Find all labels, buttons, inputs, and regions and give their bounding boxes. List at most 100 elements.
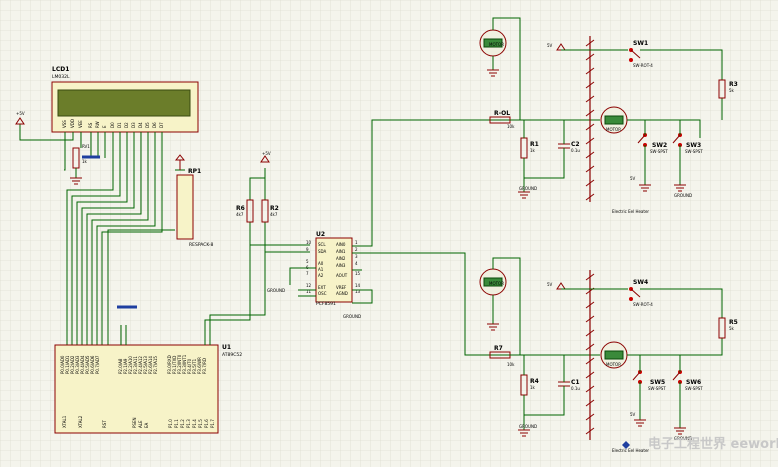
svg-text:SW4: SW4 (633, 279, 648, 286)
lcd-pin-label: D2 (124, 122, 129, 128)
svg-text:P1.2: P1.2 (180, 419, 185, 428)
svg-text:P1.1: P1.1 (174, 419, 179, 428)
bottom-heater-motor[interactable]: MOTOR (600, 341, 628, 369)
svg-text:EXT: EXT (318, 285, 326, 290)
bottom-motor[interactable]: MOTOR (479, 268, 507, 296)
svg-text:5V: 5V (630, 412, 636, 417)
lcd-ref: LCD1 (52, 66, 69, 73)
svg-text:SW3: SW3 (686, 142, 701, 149)
svg-text:AIN2: AIN2 (336, 256, 346, 261)
svg-text:+5V: +5V (262, 151, 271, 156)
svg-text:4k7: 4k7 (236, 212, 244, 217)
lcd-pin-label: D7 (159, 122, 164, 128)
svg-text:P2.7/A15: P2.7/A15 (153, 356, 158, 374)
svg-text:14: 14 (355, 283, 361, 288)
lcd-pin-label: VDD (70, 119, 75, 128)
svg-text:R4: R4 (530, 378, 539, 385)
svg-text:SW-ROT-4: SW-ROT-4 (633, 63, 653, 68)
lcd-pin-label: D0 (110, 122, 115, 128)
u1-part: AT89C52 (222, 352, 242, 358)
svg-text:EA: EA (144, 422, 149, 428)
svg-text:R7: R7 (494, 345, 503, 352)
svg-text:+5V: +5V (16, 111, 25, 116)
lcd-pin-label: VEE (78, 120, 83, 128)
u2-part: PCF8591 (316, 301, 336, 307)
svg-text:R3: R3 (729, 81, 738, 88)
svg-text:5V: 5V (547, 43, 553, 48)
svg-text:1k: 1k (530, 148, 536, 153)
svg-text:A1: A1 (318, 267, 324, 272)
svg-text:P1.5: P1.5 (198, 419, 203, 428)
svg-text:R1: R1 (530, 141, 539, 148)
u1-p0-labels: P0.0/AD0 P0.1/AD1 P0.2/AD2 P0.3/AD3 P0.4… (60, 355, 100, 374)
lcd-pin-label: D6 (152, 122, 157, 128)
rp1-ref: RP1 (188, 168, 201, 175)
lcd-pin-label: D3 (131, 122, 136, 128)
svg-text:MOTOR: MOTOR (606, 362, 621, 367)
ground-label-u2: GROUND (267, 288, 285, 293)
u2-ref: U2 (316, 231, 325, 238)
watermark: 电子工程世界 eeworld.com.cn (648, 436, 778, 452)
top-motor[interactable]: MOTOR (479, 29, 507, 57)
svg-text:XTAL2: XTAL2 (78, 415, 83, 428)
svg-text:SW5: SW5 (650, 379, 665, 386)
svg-text:RST: RST (102, 420, 107, 428)
top-heater-motor[interactable]: MOTOR (600, 106, 628, 134)
svg-text:A2: A2 (318, 273, 324, 278)
svg-text:SW-ROT-4: SW-ROT-4 (633, 302, 653, 307)
svg-text:MOTOR: MOTOR (489, 281, 504, 286)
svg-text:SW2: SW2 (652, 142, 667, 149)
svg-text:15: 15 (355, 271, 361, 276)
svg-text:C2: C2 (571, 141, 580, 148)
lcd-pin-label: D5 (145, 122, 150, 128)
svg-text:R-OL: R-OL (494, 110, 510, 117)
svg-text:SW6: SW6 (686, 379, 701, 386)
svg-text:12: 12 (306, 283, 312, 288)
svg-text:1k: 1k (530, 385, 536, 390)
top-caption: Electric Eel Heater (612, 209, 649, 214)
svg-text:XTAL1: XTAL1 (62, 415, 67, 428)
svg-text:P3.7/RD: P3.7/RD (202, 358, 207, 374)
svg-text:10: 10 (306, 240, 312, 245)
lcd-pin-label: VSS (62, 120, 67, 128)
svg-text:0.1u: 0.1u (571, 148, 580, 153)
svg-text:R5: R5 (729, 319, 738, 326)
svg-text:P1.6: P1.6 (204, 419, 209, 428)
u1-ref: U1 (222, 344, 231, 351)
bottom-caption: Electric Eel Heater (612, 448, 649, 453)
svg-text:AOUT: AOUT (336, 273, 348, 278)
ground-label-u2b: GROUND (343, 314, 361, 319)
lcd-screen (57, 89, 191, 117)
svg-text:SW-SPST: SW-SPST (648, 386, 666, 391)
svg-text:AIN0: AIN0 (336, 242, 346, 247)
svg-text:5k: 5k (729, 326, 735, 331)
svg-text:ALE: ALE (138, 420, 143, 428)
svg-text:P1.4: P1.4 (192, 419, 197, 428)
lcd-pin-label: D1 (117, 122, 122, 128)
svg-text:SW-SPST: SW-SPST (650, 149, 668, 154)
svg-text:5V: 5V (630, 176, 636, 181)
svg-text:AIN1: AIN1 (336, 249, 346, 254)
svg-text:MOTOR: MOTOR (489, 42, 504, 47)
svg-text:P1.0: P1.0 (168, 419, 173, 428)
svg-text:OSC: OSC (318, 291, 327, 296)
svg-text:10k: 10k (507, 362, 515, 367)
svg-text:5k: 5k (729, 88, 735, 93)
svg-text:10k: 10k (507, 124, 515, 129)
lcd-pin-label: D4 (138, 122, 143, 128)
svg-text:SCL: SCL (318, 242, 326, 247)
svg-text:R6: R6 (236, 205, 245, 212)
svg-text:C1: C1 (571, 379, 580, 386)
svg-text:GROUND: GROUND (674, 193, 692, 198)
svg-text:SDA: SDA (318, 249, 327, 254)
pot-ref: RV1 (82, 144, 90, 149)
schematic-canvas[interactable]: LCD1 LM032L VSS VDD VEE RS RW E D0 D1 D2… (0, 0, 778, 467)
svg-text:GROUND: GROUND (519, 186, 537, 191)
svg-text:P1.3: P1.3 (186, 419, 191, 428)
svg-text:AIN3: AIN3 (336, 263, 346, 268)
svg-text:GROUND: GROUND (519, 424, 537, 429)
svg-text:R2: R2 (270, 205, 279, 212)
svg-text:VREF: VREF (336, 285, 347, 290)
svg-text:P1.7: P1.7 (210, 419, 215, 428)
svg-text:4k7: 4k7 (270, 212, 278, 217)
